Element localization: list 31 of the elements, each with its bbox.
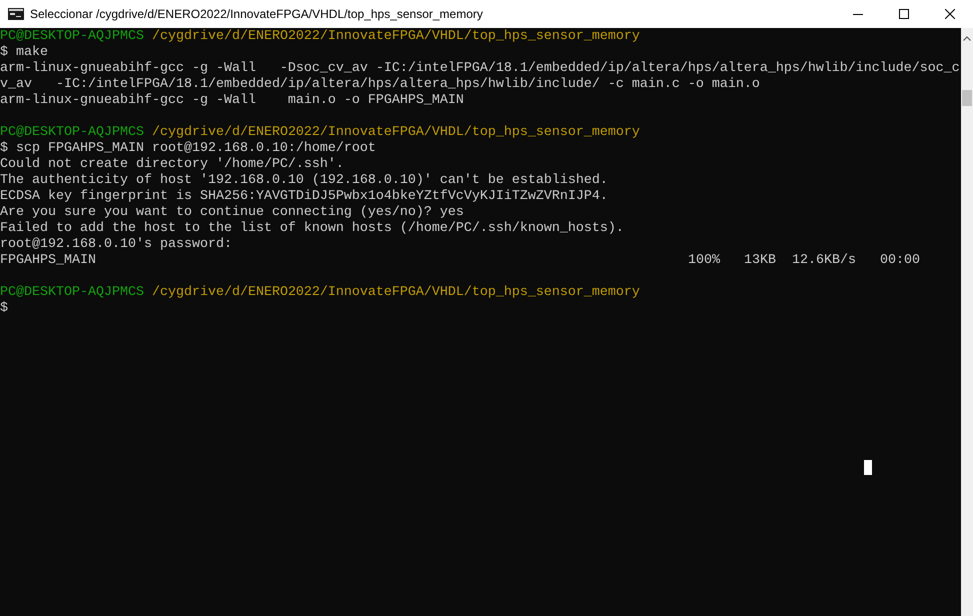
scroll-thumb[interactable] (962, 90, 972, 106)
window-title: Seleccionar /cygdrive/d/ENERO2022/InnovateFPGA/VHDL/top_hps_sensor_memory (30, 6, 483, 23)
transfer-percent: 100% (688, 253, 721, 269)
console-icon (8, 8, 24, 20)
transfer-time: 00:00 (880, 253, 920, 269)
maximize-icon (899, 9, 909, 19)
terminal-line: arm-linux-gnueabihf-gcc -g -Wall main.o -o FPGAHPS_MAIN (0, 93, 464, 109)
transfer-file: FPGAHPS_MAIN (0, 253, 97, 269)
terminal-line: arm-linux-gnueabihf-gcc -g -Wall -Dsoc_cv_av -IC:/intelFPGA/18.1/embedded/ip/altera/hps/altera_hps/hwlib/include/soc_c (0, 61, 960, 77)
terminal-line: root@192.168.0.10's password: (0, 237, 232, 253)
terminal-line: v_av -IC:/intelFPGA/18.1/embedded/ip/altera/hps/altera_hps/hwlib/include/ -c main.c -o main.o (0, 77, 760, 93)
terminal-line: Are you sure you want to continue connecting (yes/no)? yes (0, 205, 464, 221)
terminal-line: $ (0, 301, 8, 317)
transfer-size: 13KB (744, 253, 777, 269)
prompt-path: /cygdrive/d/ENERO2022/InnovateFPGA/VHDL/top_hps_sensor_memory (152, 29, 640, 45)
terminal-line: Could not create directory '/home/PC/.ssh'. (0, 157, 344, 173)
prompt-user: PC@DESKTOP-AQJPMCS (0, 125, 144, 141)
prompt-user: PC@DESKTOP-AQJPMCS (0, 29, 144, 45)
prompt-path: /cygdrive/d/ENERO2022/InnovateFPGA/VHDL/top_hps_sensor_memory (152, 125, 640, 141)
prompt-path: /cygdrive/d/ENERO2022/InnovateFPGA/VHDL/top_hps_sensor_memory (152, 285, 640, 301)
terminal-line: $ make (0, 45, 48, 61)
terminal-line: ECDSA key fingerprint is SHA256:YAVGTDiDJ5Pwbx1o4bkeYZtfVcVyKJIiTZwZVRnIJP4. (0, 189, 608, 205)
cursor-block (864, 460, 872, 475)
scroll-up-icon[interactable] (963, 36, 971, 41)
terminal-line: $ scp FPGAHPS_MAIN root@192.168.0.10:/home/root (0, 141, 376, 157)
scrollbar[interactable] (961, 28, 973, 616)
transfer-rate: 12.6KB/s (792, 253, 857, 269)
terminal-line: The authenticity of host '192.168.0.10 (192.168.0.10)' can't be established. (0, 173, 608, 189)
close-icon (945, 9, 955, 19)
prompt-user: PC@DESKTOP-AQJPMCS (0, 285, 144, 301)
terminal-line: Failed to add the host to the list of known hosts (/home/PC/.ssh/known_hosts). (0, 221, 624, 237)
